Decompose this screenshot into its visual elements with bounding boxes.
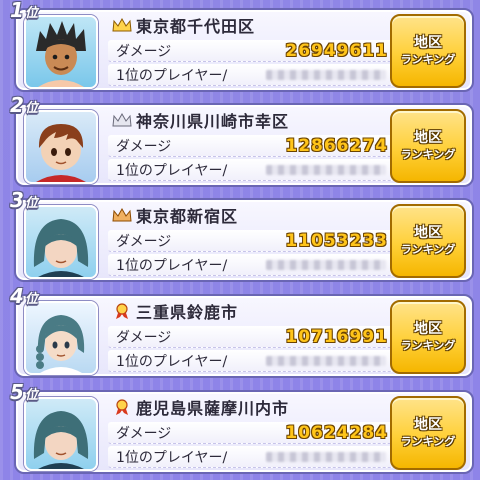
rank-suffix: 位 (24, 6, 38, 21)
player-field: 1位のプレイヤー/ (108, 446, 396, 468)
region-text: 東京都新宿区 (136, 207, 239, 226)
button-line-1: 地区 (414, 417, 442, 433)
region-name: 東京都新宿区 (112, 203, 384, 227)
blurred-player-name (266, 452, 386, 462)
brown-hair-boy-avatar-icon (36, 124, 86, 182)
ranking-row-3: 3位 東京都新宿区 ダメージ 11053233 1位のプレイヤー/ 地区 ランキ… (4, 188, 476, 282)
ribbon-icon (116, 303, 128, 319)
ranking-card: 三重県鈴鹿市 ダメージ 10716991 1位のプレイヤー/ 地区 ランキング (14, 294, 474, 378)
rank-number: 2 (10, 93, 24, 117)
player-field: 1位のプレイヤー/ (108, 254, 396, 276)
player-field: 1位のプレイヤー/ (108, 350, 396, 372)
button-line-2: ランキング (400, 435, 456, 448)
blurred-player-name (266, 356, 386, 366)
region-text: 鹿児島県薩摩川内市 (136, 399, 290, 418)
rank-number: 1 (10, 0, 24, 22)
button-line-1: 地区 (414, 225, 442, 241)
ranking-row-5: 5位 鹿児島県薩摩川内市 ダメージ 10624284 1位のプレイヤー/ 地区 … (4, 380, 476, 474)
rank-suffix: 位 (24, 196, 38, 211)
ranking-row-4: 4位 三重県鈴鹿市 ダメージ 10716991 1位のプレイヤー/ 地区 ランキ… (4, 284, 476, 378)
avatar (24, 110, 98, 184)
damage-field: ダメージ 10716991 (108, 326, 396, 348)
braid-girl-avatar-icon (36, 315, 85, 373)
blurred-player-name (266, 70, 386, 80)
region-text: 東京都千代田区 (136, 17, 256, 36)
damage-label: ダメージ (116, 234, 172, 250)
avatar (24, 397, 98, 471)
damage-field: ダメージ 11053233 (108, 230, 396, 252)
blurred-player-name (266, 260, 386, 270)
player-label: 1位のプレイヤー/ (116, 354, 228, 370)
ranking-row-1: 1位 東京都千代田区 ダメージ 26949611 1位のプレイヤー/ 地区 ラン… (4, 0, 476, 92)
button-line-2: ランキング (400, 243, 456, 256)
player-field: 1位のプレイヤー/ (108, 64, 396, 86)
blurred-player-name (266, 165, 386, 175)
rank-number: 3 (10, 188, 24, 212)
button-line-1: 地区 (414, 35, 442, 51)
avatar (24, 205, 98, 279)
damage-label: ダメージ (116, 139, 172, 155)
damage-value: 10716991 (285, 327, 388, 347)
rank-badge: 1位 (10, 0, 38, 22)
region-ranking-button[interactable]: 地区 ランキング (390, 300, 466, 374)
damage-field: ダメージ 12866274 (108, 135, 396, 157)
player-field: 1位のプレイヤー/ (108, 159, 396, 181)
rank-badge: 3位 (10, 188, 38, 212)
ranking-card: 神奈川県川崎市幸区 ダメージ 12866274 1位のプレイヤー/ 地区 ランキ… (14, 103, 474, 187)
teal-hair-boy-avatar-icon (33, 411, 89, 469)
region-ranking-button[interactable]: 地区 ランキング (390, 14, 466, 88)
ribbon-icon (116, 399, 128, 415)
button-line-1: 地区 (414, 130, 442, 146)
ranking-card: 東京都千代田区 ダメージ 26949611 1位のプレイヤー/ 地区 ランキング (14, 8, 474, 92)
crown-icon (112, 207, 132, 222)
rank-number: 4 (10, 284, 24, 308)
crown-icon (112, 112, 132, 127)
rank-suffix: 位 (24, 388, 38, 403)
avatar (24, 301, 98, 375)
button-line-1: 地区 (414, 321, 442, 337)
region-ranking-button[interactable]: 地区 ランキング (390, 109, 466, 183)
damage-value: 12866274 (285, 136, 388, 156)
rank-badge: 2位 (10, 93, 38, 117)
region-name: 鹿児島県薩摩川内市 (112, 395, 384, 419)
button-line-2: ランキング (400, 53, 456, 66)
button-line-2: ランキング (400, 339, 456, 352)
spiky-hair-boy-avatar-icon (36, 21, 86, 87)
crown-icon (112, 17, 132, 32)
teal-hair-boy-avatar-icon (33, 219, 89, 277)
avatar (24, 15, 98, 89)
player-label: 1位のプレイヤー/ (116, 68, 228, 84)
damage-field: ダメージ 10624284 (108, 422, 396, 444)
ranking-card: 鹿児島県薩摩川内市 ダメージ 10624284 1位のプレイヤー/ 地区 ランキ… (14, 390, 474, 474)
player-label: 1位のプレイヤー/ (116, 163, 228, 179)
damage-label: ダメージ (116, 44, 172, 60)
rank-suffix: 位 (24, 101, 38, 116)
rank-suffix: 位 (24, 292, 38, 307)
damage-value: 26949611 (285, 41, 388, 61)
region-ranking-button[interactable]: 地区 ランキング (390, 396, 466, 470)
region-ranking-button[interactable]: 地区 ランキング (390, 204, 466, 278)
region-text: 三重県鈴鹿市 (136, 303, 239, 322)
region-name: 三重県鈴鹿市 (112, 299, 384, 323)
region-text: 神奈川県川崎市幸区 (136, 112, 290, 131)
ranking-row-2: 2位 神奈川県川崎市幸区 ダメージ 12866274 1位のプレイヤー/ 地区 … (4, 93, 476, 187)
damage-label: ダメージ (116, 330, 172, 346)
ranking-card: 東京都新宿区 ダメージ 11053233 1位のプレイヤー/ 地区 ランキング (14, 198, 474, 282)
region-name: 東京都千代田区 (112, 13, 384, 37)
rank-number: 5 (10, 380, 24, 404)
player-label: 1位のプレイヤー/ (116, 450, 228, 466)
damage-field: ダメージ 26949611 (108, 40, 396, 62)
damage-value: 11053233 (285, 231, 388, 251)
rank-badge: 4位 (10, 284, 38, 308)
damage-value: 10624284 (285, 423, 388, 443)
button-line-2: ランキング (400, 148, 456, 161)
damage-label: ダメージ (116, 426, 172, 442)
player-label: 1位のプレイヤー/ (116, 258, 228, 274)
region-name: 神奈川県川崎市幸区 (112, 108, 384, 132)
rank-badge: 5位 (10, 380, 38, 404)
